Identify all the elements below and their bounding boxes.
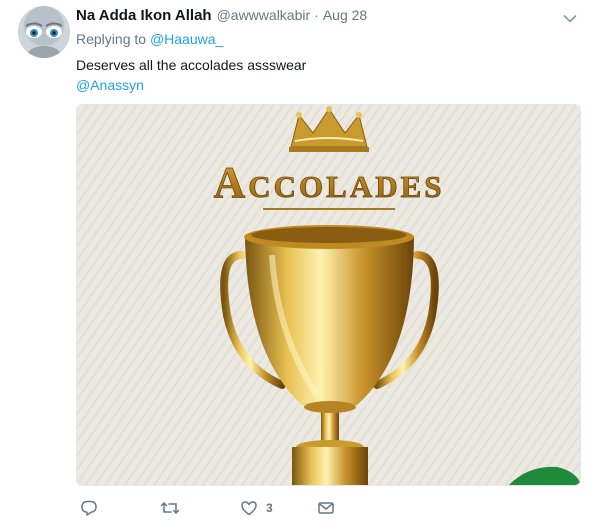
- retweet-icon: [160, 502, 180, 514]
- avatar[interactable]: [18, 6, 70, 58]
- direct-message-button[interactable]: [317, 498, 335, 518]
- replying-to: Replying to @Haauwa_: [76, 31, 223, 47]
- like-count: 3: [266, 501, 273, 515]
- avatar-image: [18, 6, 70, 58]
- timestamp[interactable]: Aug 28: [323, 7, 367, 23]
- replying-prefix: Replying to: [76, 31, 147, 47]
- like-button[interactable]: 3: [240, 498, 273, 518]
- retweet-button[interactable]: [160, 498, 180, 518]
- reply-icon: [81, 500, 97, 516]
- crown-icon: [289, 106, 369, 152]
- author-name[interactable]: Na Adda Ikon Allah: [76, 7, 212, 24]
- tweet-header: Na Adda Ikon Allah @awwwalkabir · Aug 28: [76, 7, 367, 27]
- accolades-trophy-image: Accolades: [77, 105, 580, 485]
- envelope-icon: [318, 502, 334, 514]
- more-menu-button[interactable]: [563, 11, 577, 23]
- image-title: Accolades: [213, 158, 444, 207]
- replying-to-mention[interactable]: @Haauwa_: [150, 31, 223, 47]
- reply-button[interactable]: [80, 498, 98, 518]
- chevron-down-icon: [563, 15, 577, 23]
- author-handle[interactable]: @awwwalkabir: [217, 7, 311, 23]
- tweet-media[interactable]: Accolades: [76, 104, 581, 486]
- heart-icon: [241, 501, 257, 516]
- mention-link[interactable]: @Anassyn: [76, 76, 144, 94]
- separator-dot: ·: [314, 7, 319, 23]
- tweet-actions: 3: [76, 496, 586, 522]
- tweet-text: Deserves all the accolades assswear: [76, 57, 307, 73]
